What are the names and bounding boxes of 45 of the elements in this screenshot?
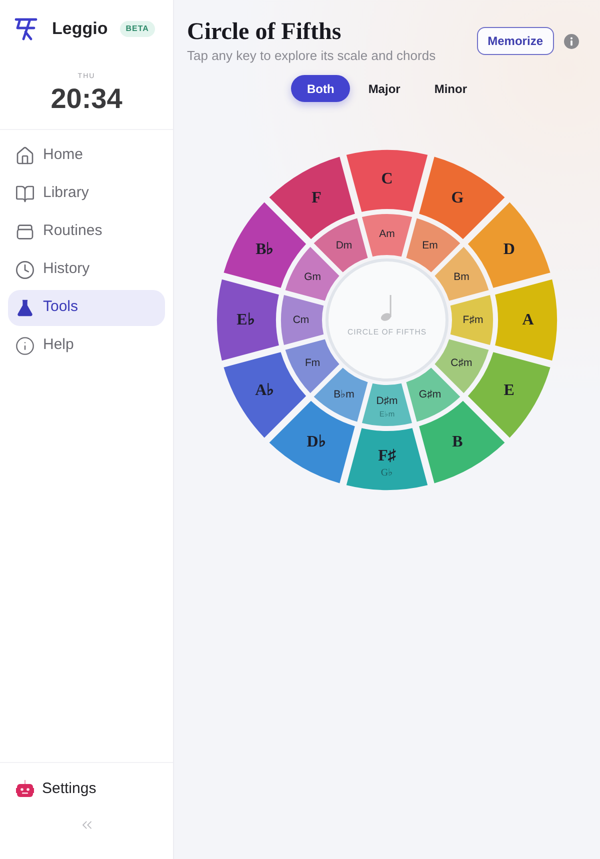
info-icon[interactable] (564, 34, 579, 48)
major-key-segment[interactable]: F (269, 156, 355, 240)
music-note-icon (381, 295, 392, 321)
major-key-segment[interactable]: A (495, 279, 557, 361)
major-key-segment[interactable]: B (419, 400, 505, 484)
app-name: Leggio (52, 18, 108, 40)
major-key-segment[interactable]: F♯ G♭ (346, 428, 428, 490)
minor-key-segment[interactable]: Cm (281, 295, 324, 345)
logo-icon (13, 16, 39, 42)
house-icon (15, 146, 35, 166)
minor-key-segment[interactable]: C♯m (434, 339, 489, 394)
info-icon (15, 336, 35, 356)
minor-key-segment[interactable]: F♯m (450, 295, 493, 345)
minor-key-segment[interactable]: Dm (314, 218, 368, 272)
major-key-segment[interactable]: C (346, 150, 428, 212)
page-subtitle: Tap any key to explore its scale and chords (187, 47, 436, 65)
major-key-segment[interactable]: D♭ (269, 400, 355, 484)
minor-key-segment[interactable]: Bm (434, 246, 489, 301)
nav-item[interactable]: Tools (8, 290, 165, 326)
nav-item[interactable]: History (8, 252, 165, 288)
major-key-segment[interactable]: D (468, 202, 550, 288)
nav-item[interactable]: Library (8, 176, 165, 212)
minor-key-segment[interactable]: Am (362, 214, 412, 257)
minor-key-segment[interactable]: G♯m (406, 368, 460, 422)
minor-key-segment[interactable]: B♭m (314, 368, 368, 422)
major-key-segment[interactable]: A♭ (224, 352, 306, 438)
mode-tab[interactable]: Both (290, 75, 350, 102)
clock-time: 20:34 (50, 82, 122, 114)
major-key-segment[interactable]: E♭ (217, 279, 279, 361)
mode-tab[interactable]: Minor (418, 75, 483, 102)
flask-icon (15, 298, 35, 318)
beta-badge: BETA (120, 21, 155, 37)
nav-item[interactable]: Help (8, 328, 165, 364)
clock-icon (15, 260, 35, 280)
nav-item[interactable]: Routines (8, 214, 165, 250)
memorize-button[interactable]: Memorize (476, 27, 554, 55)
robot-icon (16, 779, 34, 799)
major-key-segment[interactable]: G (419, 156, 505, 240)
minor-key-segment[interactable]: Em (406, 218, 460, 272)
nav-item[interactable]: Home (8, 138, 165, 174)
page-title: Circle of Fifths (187, 18, 342, 47)
mode-tab[interactable]: Major (352, 75, 416, 102)
box-icon (15, 222, 35, 242)
settings-item[interactable]: Settings (8, 771, 165, 807)
open-book-icon (15, 184, 35, 204)
